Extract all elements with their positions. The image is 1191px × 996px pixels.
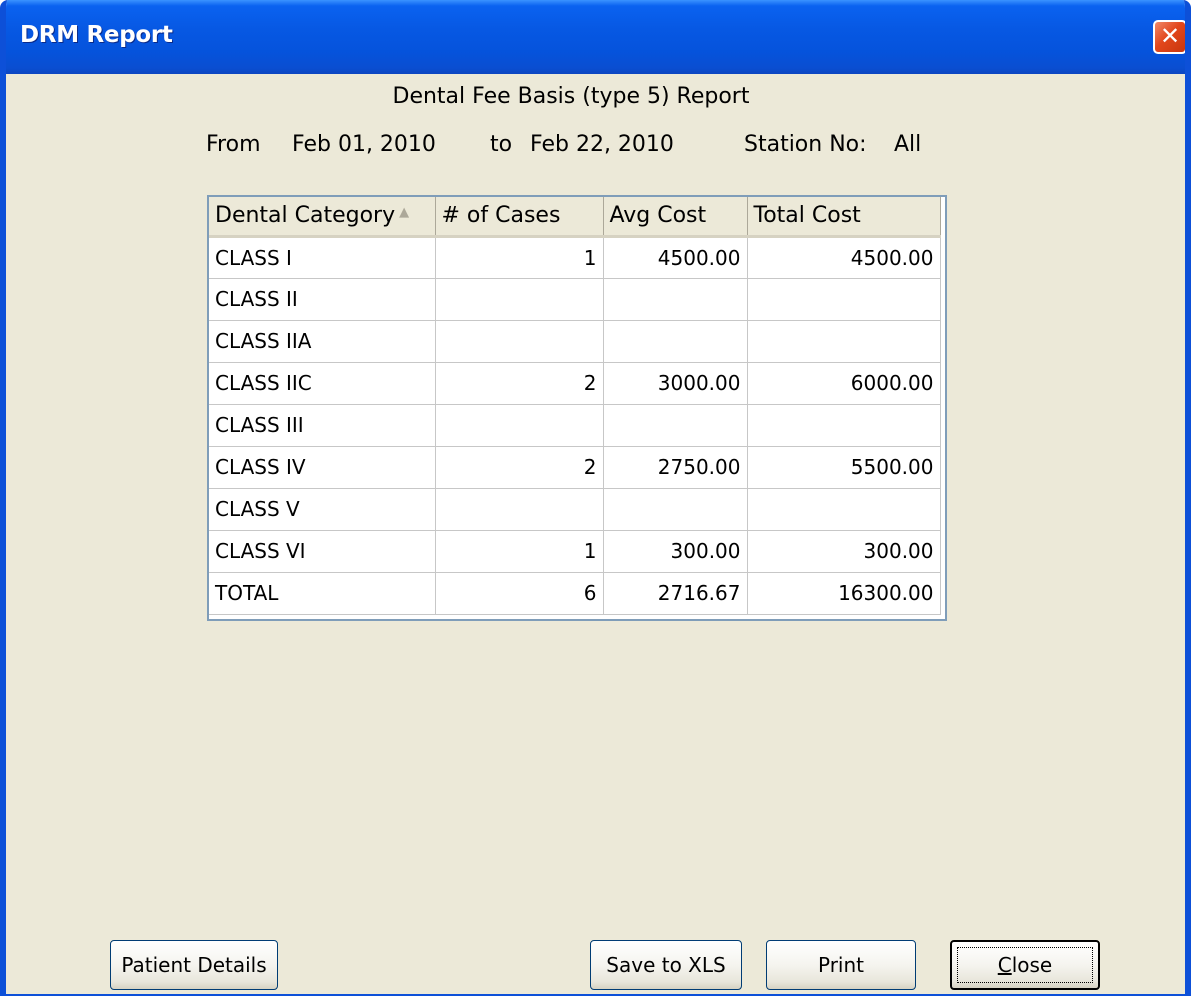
table-row[interactable]: CLASS I 1 4500.00 4500.00 xyxy=(209,236,941,279)
cell-total-cost xyxy=(747,488,941,531)
cell-total-cost: 16300.00 xyxy=(747,572,941,615)
cell-category: CLASS V xyxy=(209,488,436,531)
title-bar[interactable]: DRM Report ✕ xyxy=(6,0,1185,74)
cell-avg-cost: 2716.67 xyxy=(603,572,748,615)
cell-cases xyxy=(435,278,604,321)
cell-total-cost: 300.00 xyxy=(747,530,941,573)
cell-avg-cost: 3000.00 xyxy=(603,362,748,405)
drm-report-window: DRM Report ✕ Dental Fee Basis (type 5) R… xyxy=(0,0,1191,996)
station-value: All xyxy=(894,132,922,157)
report-grid[interactable]: Dental Category ▲ # of Cases Avg Cost Tot… xyxy=(207,195,947,621)
cell-avg-cost: 2750.00 xyxy=(603,446,748,489)
cell-avg-cost: 300.00 xyxy=(603,530,748,573)
cell-avg-cost: 4500.00 xyxy=(603,236,748,279)
column-header-cases[interactable]: # of Cases xyxy=(435,197,604,238)
cell-avg-cost xyxy=(603,404,748,447)
table-row[interactable]: CLASS II xyxy=(209,278,941,321)
cell-category: CLASS III xyxy=(209,404,436,447)
table-header-row: Dental Category ▲ # of Cases Avg Cost Tot… xyxy=(209,197,941,238)
save-to-xls-button[interactable]: Save to XLS xyxy=(590,940,742,990)
cell-cases: 2 xyxy=(435,446,604,489)
focus-ring xyxy=(957,947,1093,983)
table-row[interactable]: CLASS IIA xyxy=(209,320,941,363)
cell-total-cost: 5500.00 xyxy=(747,446,941,489)
sort-ascending-icon: ▲ xyxy=(399,205,410,221)
report-title: Dental Fee Basis (type 5) Report xyxy=(392,84,750,109)
table-row[interactable]: CLASS V xyxy=(209,488,941,531)
window-title: DRM Report xyxy=(20,22,173,48)
cell-cases xyxy=(435,488,604,531)
cell-total-cost: 4500.00 xyxy=(747,236,941,279)
cell-cases: 1 xyxy=(435,236,604,279)
cell-total-cost xyxy=(747,278,941,321)
cell-cases: 2 xyxy=(435,362,604,405)
cell-category: CLASS IV xyxy=(209,446,436,489)
cell-category: CLASS II xyxy=(209,278,436,321)
cell-avg-cost xyxy=(603,278,748,321)
cell-cases xyxy=(435,320,604,363)
cell-cases: 6 xyxy=(435,572,604,615)
print-button[interactable]: Print xyxy=(766,940,916,990)
station-label: Station No: xyxy=(744,132,867,157)
cell-cases: 1 xyxy=(435,530,604,573)
cell-category: CLASS IIC xyxy=(209,362,436,405)
table-row[interactable]: CLASS VI 1 300.00 300.00 xyxy=(209,530,941,573)
from-label: From xyxy=(206,132,261,157)
table-row[interactable]: CLASS IIC 2 3000.00 6000.00 xyxy=(209,362,941,405)
column-header-total-cost[interactable]: Total Cost xyxy=(747,197,941,238)
cell-cases xyxy=(435,404,604,447)
close-button[interactable]: Close xyxy=(950,940,1100,990)
column-header-label: Total Cost xyxy=(753,203,861,229)
table-row[interactable]: CLASS IV 2 2750.00 5500.00 xyxy=(209,446,941,489)
cell-avg-cost xyxy=(603,488,748,531)
report-content: Dental Fee Basis (type 5) Report From Fe… xyxy=(6,74,1185,994)
cell-total-cost: 6000.00 xyxy=(747,362,941,405)
to-date: Feb 22, 2010 xyxy=(530,132,674,157)
cell-total-cost xyxy=(747,320,941,363)
column-header-label: # of Cases xyxy=(441,203,561,229)
column-header-avg-cost[interactable]: Avg Cost xyxy=(603,197,748,238)
column-header-dental-category[interactable]: Dental Category ▲ xyxy=(209,197,436,238)
cell-total-cost xyxy=(747,404,941,447)
cell-avg-cost xyxy=(603,320,748,363)
cell-category: CLASS VI xyxy=(209,530,436,573)
column-header-label: Dental Category xyxy=(215,203,396,229)
from-date: Feb 01, 2010 xyxy=(292,132,436,157)
table-row-total[interactable]: TOTAL 6 2716.67 16300.00 xyxy=(209,572,941,615)
close-icon[interactable]: ✕ xyxy=(1153,20,1185,54)
patient-details-button[interactable]: Patient Details xyxy=(110,940,278,990)
cell-category: TOTAL xyxy=(209,572,436,615)
table-row[interactable]: CLASS III xyxy=(209,404,941,447)
column-header-label: Avg Cost xyxy=(609,203,707,229)
cell-category: CLASS IIA xyxy=(209,320,436,363)
report-table: Dental Category ▲ # of Cases Avg Cost Tot… xyxy=(209,197,941,615)
cell-category: CLASS I xyxy=(209,236,436,279)
to-label: to xyxy=(490,132,513,157)
